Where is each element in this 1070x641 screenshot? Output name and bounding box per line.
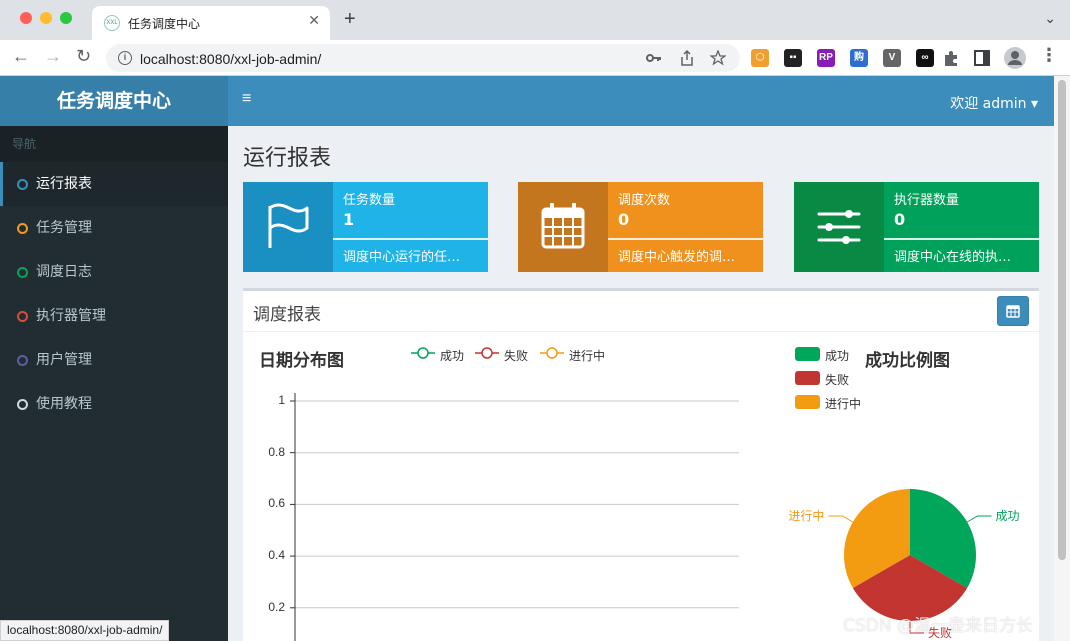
site-info-icon[interactable]: i [118,51,132,65]
pie-slice-label: 成功 [996,509,1020,523]
status-bar-url: localhost:8080/xxl-job-admin/ [0,620,170,641]
circle-icon [17,355,28,366]
circle-icon [17,179,28,190]
browser-toolbar: ← → ↻ i localhost:8080/xxl-job-admin/ ⬡ ▪… [0,40,1070,76]
user-menu[interactable]: 欢迎 admin ▾ [950,93,1038,113]
reload-button[interactable]: ↻ [76,46,91,67]
pie-label-line [966,515,992,523]
tab-title: 任务调度中心 [128,17,201,31]
sidebar-item-5[interactable]: 使用教程 [0,382,228,426]
browser-menu-icon[interactable]: ⋮ [1040,45,1058,66]
info-box-trigger-count: 调度次数 0 调度中心触发的调… [518,182,763,272]
browser-tab[interactable]: XXL 任务调度中心 ✕ [92,6,330,40]
info-box-description: 调度中心在线的执… [894,250,1012,265]
window-minimize-button[interactable] [40,12,52,24]
circle-icon [17,399,28,410]
flag-icon [268,203,309,248]
sidebar-item-label: 调度日志 [36,264,92,280]
side-panel-icon[interactable] [974,50,990,66]
circle-icon [17,223,28,234]
circle-icon [17,267,28,278]
main-content: 运行报表 任务数量 1 调度中心运行的任… 调度次数 0 调度中心触发的调… 执… [228,126,1054,641]
ext-translate-icon[interactable]: 购 [850,49,868,67]
sidebar: 任务调度中心 导航 运行报表任务管理调度日志执行器管理用户管理使用教程 [0,76,228,641]
sidebar-item-0[interactable]: 运行报表 [0,162,228,206]
info-box-icon-area [794,182,884,272]
window-zoom-button[interactable] [60,12,72,24]
sidebar-item-2[interactable]: 调度日志 [0,250,228,294]
sidebar-item-label: 执行器管理 [36,308,106,324]
sidebar-item-1[interactable]: 任务管理 [0,206,228,250]
profile-avatar-icon[interactable] [1004,47,1026,69]
sidebar-item-3[interactable]: 执行器管理 [0,294,228,338]
info-box-number: 0 [618,210,630,229]
window-close-button[interactable] [20,12,32,24]
info-box-body: 任务数量 1 调度中心运行的任… [333,182,488,272]
address-url[interactable]: localhost:8080/xxl-job-admin/ [140,51,321,67]
circle-icon [17,311,28,322]
ext-hex-icon[interactable]: ⬡ [751,49,769,67]
info-box-label: 任务数量 [343,193,396,208]
new-tab-button[interactable]: + [344,8,356,31]
forward-button[interactable]: → [44,46,62,67]
sidebar-item-4[interactable]: 用户管理 [0,338,228,382]
pie-label-line [828,515,854,523]
info-box-description: 调度中心触发的调… [618,250,736,265]
ext-rp-icon[interactable]: RP [817,49,835,67]
info-box-label: 执行器数量 [894,193,960,208]
info-box-icon-area [243,182,333,272]
info-box-number: 0 [894,210,906,229]
address-bar[interactable]: i localhost:8080/xxl-job-admin/ [106,44,740,72]
tab-close-icon[interactable]: ✕ [308,12,320,29]
nav-list: 运行报表任务管理调度日志执行器管理用户管理使用教程 [0,162,228,426]
report-box: 调度报表 日期分布图 成功 失败 进行中 1 0.8 0.6 0.4 0.2 成功比例图 成… [243,288,1039,641]
share-icon[interactable] [680,50,694,66]
calendar-icon [541,203,585,249]
tab-search-button[interactable]: ⌄ [1044,10,1056,27]
bookmark-star-icon[interactable] [710,50,726,66]
sidebar-item-label: 任务管理 [36,220,92,236]
info-box-body: 调度次数 0 调度中心触发的调… [608,182,763,272]
xxl-favicon-icon: XXL [104,15,120,31]
info-box-progress [333,238,488,240]
info-box-progress [608,238,763,240]
info-box-body: 执行器数量 0 调度中心在线的执… [884,182,1039,272]
browser-tab-bar: XXL 任务调度中心 ✕ + ⌄ [0,0,1070,40]
app-logo[interactable]: 任务调度中心 [0,76,228,126]
sidebar-toggle-icon[interactable]: ≡ [242,90,251,108]
csdn-watermark: CSDN @温一壶来日方长 [843,616,1033,636]
pie-slice-label: 进行中 [788,508,824,523]
scrollbar-thumb[interactable] [1058,80,1066,560]
ext-tampermonkey-icon[interactable]: ▪▪ [784,49,802,67]
sidebar-item-label: 用户管理 [36,352,92,368]
ext-infinity-icon[interactable]: ∞ [916,49,934,67]
sliders-icon [817,210,861,244]
page-scrollbar[interactable] [1054,76,1070,641]
ext-vue-icon[interactable]: V [883,49,901,67]
info-box-number: 1 [343,210,355,229]
sidebar-item-label: 使用教程 [36,396,92,412]
key-icon[interactable] [646,51,662,65]
back-button[interactable]: ← [12,46,30,67]
pie-chart: 成功失败进行中 [788,489,1020,640]
sidebar-item-label: 运行报表 [36,176,92,192]
info-box-progress [884,238,1039,240]
nav-header: 导航 [0,126,228,162]
line-chart [290,393,739,641]
info-box-task-count: 任务数量 1 调度中心运行的任… [243,182,488,272]
extensions-puzzle-icon[interactable] [942,49,960,67]
top-navbar: ≡ 欢迎 admin ▾ [228,76,1054,126]
page-title: 运行报表 [243,146,332,171]
info-box-label: 调度次数 [618,193,671,208]
info-box-description: 调度中心运行的任… [343,250,461,265]
info-box-executor-count: 执行器数量 0 调度中心在线的执… [794,182,1039,272]
info-box-icon-area [518,182,608,272]
